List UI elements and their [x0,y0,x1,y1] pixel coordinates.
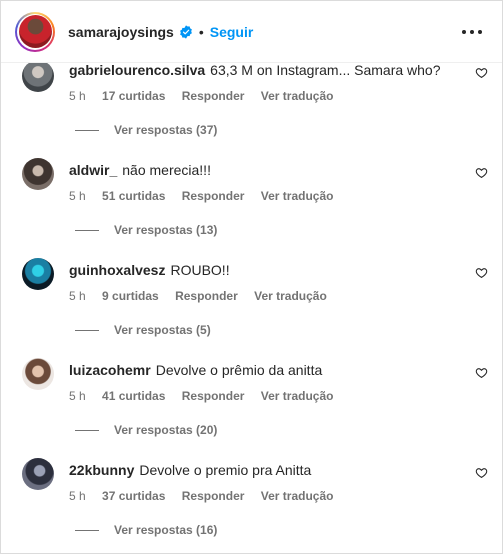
header-username[interactable]: samarajoysings [68,24,174,40]
like-heart-icon[interactable] [475,66,488,79]
comment-username[interactable]: aldwir_ [69,162,117,178]
commenter-avatar[interactable] [22,458,54,490]
like-heart-icon[interactable] [475,466,488,479]
comment-text: Devolve o prêmio da anitta [155,362,323,378]
comment-meta: 5 h 9 curtidas Responder Ver tradução [69,289,340,303]
view-replies-label: Ver respostas (13) [114,223,218,237]
more-options-icon[interactable] [462,23,482,41]
comment-meta: 5 h 51 curtidas Responder Ver tradução [69,189,346,203]
comment-meta: 5 h 37 curtidas Responder Ver tradução [69,489,346,503]
comment-time: 5 h [69,289,86,303]
profile-avatar[interactable] [15,11,55,52]
commenter-avatar[interactable] [22,358,54,390]
reply-button[interactable]: Responder [182,89,245,103]
comment-text: 63,3 M on Instagram... Samara who? [210,62,441,78]
commenter-avatar[interactable] [22,60,54,92]
follow-button[interactable]: Seguir [210,24,254,40]
comment-likes[interactable]: 9 curtidas [102,289,159,303]
view-replies-button[interactable]: Ver respostas (20) [75,423,217,437]
comment-username[interactable]: luizacohemr [69,362,151,378]
view-replies-button[interactable]: Ver respostas (5) [75,323,211,337]
comment-likes[interactable]: 17 curtidas [102,89,165,103]
view-replies-button[interactable]: Ver respostas (37) [75,123,217,137]
comments-panel: samarajoysings • Seguir gabrielourenco.s… [0,0,503,554]
comment-likes[interactable]: 37 curtidas [102,489,165,503]
reply-button[interactable]: Responder [182,389,245,403]
translate-button[interactable]: Ver tradução [261,389,334,403]
comment-text: ROUBO!! [170,262,230,278]
reply-button[interactable]: Responder [182,489,245,503]
comment-text: Devolve o premio pra Anitta [139,462,312,478]
comment-time: 5 h [69,89,86,103]
comment-text: não merecia!!! [122,162,211,178]
comment-time: 5 h [69,489,86,503]
comment-time: 5 h [69,189,86,203]
translate-button[interactable]: Ver tradução [261,489,334,503]
comment-likes[interactable]: 41 curtidas [102,389,165,403]
view-replies-button[interactable]: Ver respostas (16) [75,523,217,537]
comment-username[interactable]: gabrielourenco.silva [69,62,205,78]
like-heart-icon[interactable] [475,366,488,379]
like-heart-icon[interactable] [475,266,488,279]
header-separator: • [198,23,204,40]
translate-button[interactable]: Ver tradução [254,289,327,303]
view-replies-button[interactable]: Ver respostas (13) [75,223,217,237]
commenter-avatar[interactable] [22,258,54,290]
reply-button[interactable]: Responder [182,189,245,203]
comment-username[interactable]: guinhoxalvesz [69,262,165,278]
comment-time: 5 h [69,389,86,403]
post-header: samarajoysings • Seguir [1,1,502,63]
comment-likes[interactable]: 51 curtidas [102,189,165,203]
view-replies-label: Ver respostas (16) [114,523,218,537]
verified-badge-icon [179,24,192,39]
commenter-avatar[interactable] [22,158,54,190]
view-replies-label: Ver respostas (37) [114,123,218,137]
comment-meta: 5 h 17 curtidas Responder Ver tradução [69,89,346,103]
comment-username[interactable]: 22kbunny [69,462,134,478]
view-replies-label: Ver respostas (20) [114,423,218,437]
like-heart-icon[interactable] [475,166,488,179]
comment-meta: 5 h 41 curtidas Responder Ver tradução [69,389,346,403]
view-replies-label: Ver respostas (5) [114,323,211,337]
translate-button[interactable]: Ver tradução [261,89,334,103]
reply-button[interactable]: Responder [175,289,238,303]
translate-button[interactable]: Ver tradução [261,189,334,203]
